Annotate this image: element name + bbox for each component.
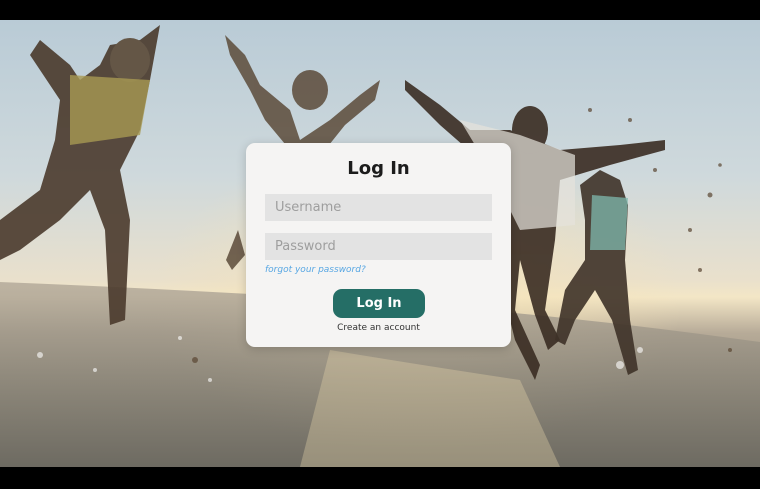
create-account-link[interactable]: Create an account — [246, 323, 511, 333]
username-input[interactable] — [265, 194, 492, 221]
forgot-password-link[interactable]: forgot your password? — [265, 265, 366, 275]
password-input[interactable] — [265, 233, 492, 260]
top-letterbox-bar — [0, 0, 760, 20]
login-title: Log In — [347, 158, 410, 179]
bottom-letterbox-bar — [0, 467, 760, 489]
login-button[interactable]: Log In — [333, 289, 425, 318]
login-card: Log In forgot your password? Log In Crea… — [246, 143, 511, 347]
